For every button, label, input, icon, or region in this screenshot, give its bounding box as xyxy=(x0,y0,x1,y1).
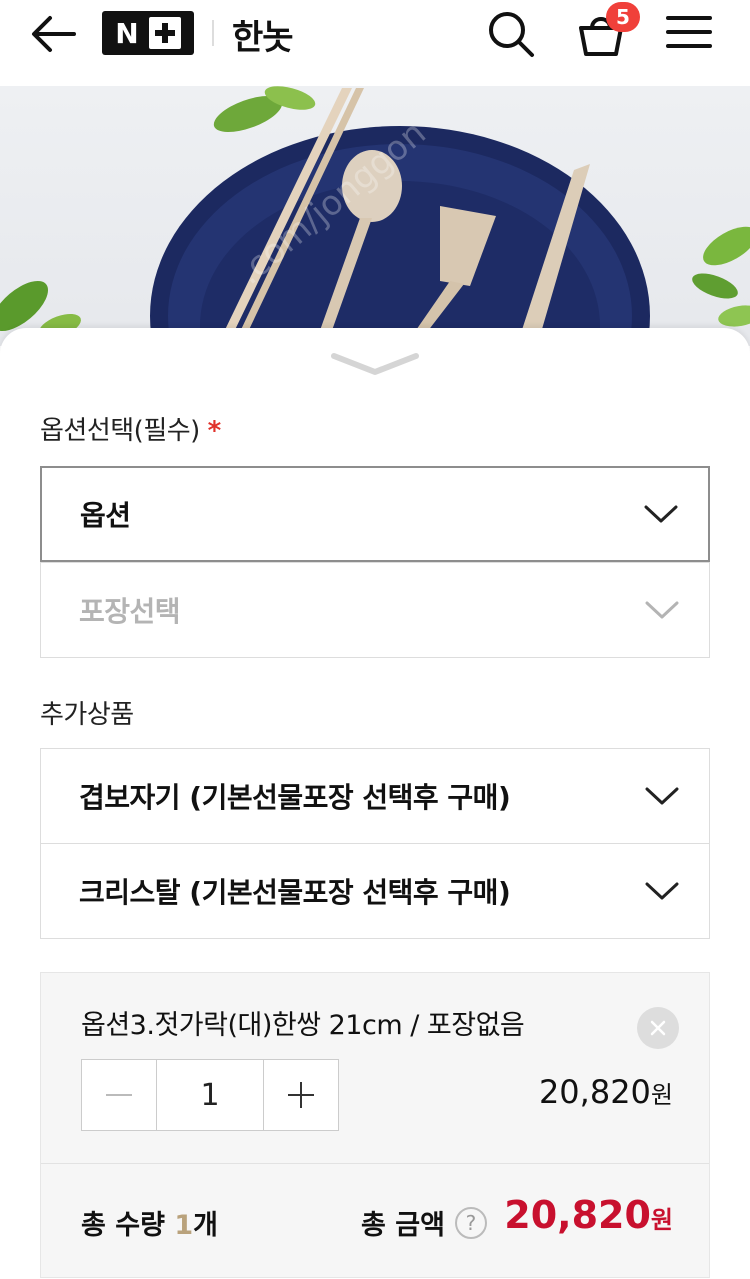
option-sheet: 옵션선택(필수) * 옵션 포장선택 추가상품 겹보자기 (기본선물포장 선택후… xyxy=(0,328,750,1279)
close-icon xyxy=(650,1020,666,1036)
packaging-select-label: 포장선택 xyxy=(79,595,181,628)
naver-plus-logo[interactable]: N xyxy=(102,11,194,55)
total-qty-label: 총 수량 xyxy=(81,1210,165,1241)
summary-divider xyxy=(41,1163,709,1164)
help-icon[interactable]: ? xyxy=(454,1206,487,1239)
total-qty-value: 1 xyxy=(174,1210,194,1241)
addon-select-wrapping[interactable]: 겹보자기 (기본선물포장 선택후 구매) xyxy=(40,748,710,844)
addon-select-label: 겹보자기 (기본선물포장 선택후 구매) xyxy=(79,781,511,814)
cart-count-badge: 5 xyxy=(606,2,640,32)
packaging-select[interactable]: 포장선택 xyxy=(40,562,710,658)
quantity-value[interactable]: 1 xyxy=(156,1060,264,1130)
quantity-stepper: 1 xyxy=(81,1059,339,1131)
chevron-down-icon xyxy=(645,601,679,619)
total-qty-unit: 개 xyxy=(193,1210,218,1241)
selected-item-box: 옵션3.젓가락(대)한쌍 21cm / 포장없음 1 20,820원 총 수량 … xyxy=(40,972,710,1278)
product-photo-illustration: .com/jonggon xyxy=(0,86,750,346)
collapse-chevron-icon[interactable] xyxy=(330,350,420,378)
addon-select-label: 크리스탈 (기본선물포장 선택후 구매) xyxy=(79,876,511,909)
total-quantity: 총 수량 1개 xyxy=(81,1203,218,1242)
addon-section-label: 추가상품 xyxy=(40,700,134,730)
required-mark: * xyxy=(207,416,222,446)
selected-option-name: 옵션3.젓가락(대)한쌍 21cm / 포장없음 xyxy=(81,1010,525,1041)
minus-icon xyxy=(106,1094,132,1096)
total-amount-text: 총 금액 xyxy=(361,1210,445,1241)
chevron-down-icon xyxy=(644,505,678,523)
logo-divider xyxy=(212,20,214,46)
chevron-down-icon xyxy=(645,882,679,900)
total-amount: 20,820원 xyxy=(504,1193,673,1237)
option-section-text: 옵션선택(필수) xyxy=(40,416,200,446)
remove-item-button[interactable] xyxy=(637,1007,679,1049)
option-select[interactable]: 옵션 xyxy=(40,466,710,562)
product-image: .com/jonggon xyxy=(0,86,750,346)
chevron-down-icon xyxy=(645,787,679,805)
total-amount-value: 20,820 xyxy=(504,1193,651,1237)
option-select-label: 옵션 xyxy=(80,499,131,532)
store-name[interactable]: 한놋 xyxy=(232,10,294,59)
increase-qty-button[interactable] xyxy=(264,1060,338,1130)
top-header: N 한놋 5 xyxy=(0,0,750,86)
addon-select-crystal[interactable]: 크리스탈 (기본선물포장 선택후 구매) xyxy=(40,843,710,939)
item-price-value: 20,820 xyxy=(538,1073,651,1111)
item-price-unit: 원 xyxy=(650,1081,673,1109)
total-amount-unit: 원 xyxy=(650,1206,673,1234)
logo-n: N xyxy=(115,16,139,50)
option-section-label: 옵션선택(필수) * xyxy=(40,410,221,447)
decrease-qty-button[interactable] xyxy=(82,1060,156,1130)
item-price: 20,820원 xyxy=(539,1073,673,1111)
search-icon[interactable] xyxy=(486,10,536,58)
plus-icon xyxy=(288,1082,314,1108)
hamburger-menu-icon[interactable] xyxy=(666,14,712,50)
logo-plus-icon xyxy=(148,17,181,49)
back-arrow-icon[interactable] xyxy=(30,14,76,54)
total-amount-label: 총 금액 ? xyxy=(361,1203,487,1242)
